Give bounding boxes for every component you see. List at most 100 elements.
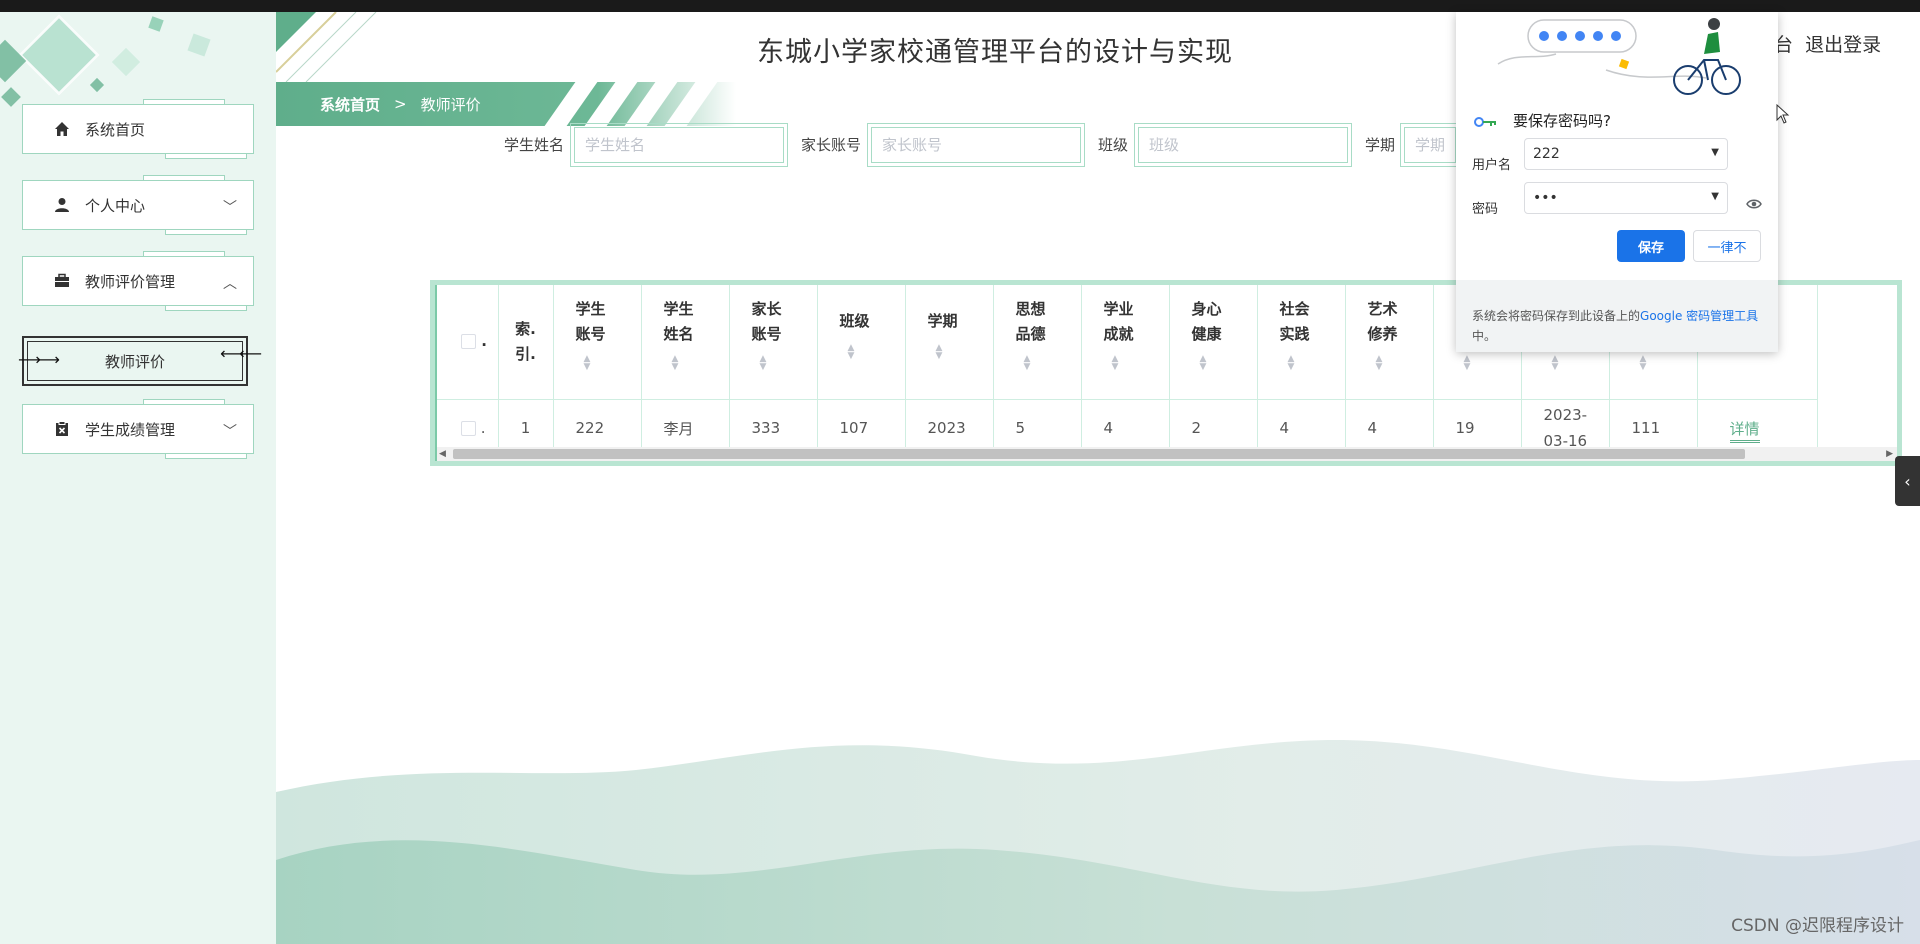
sidebar-item-home[interactable]: 系统首页: [22, 99, 254, 159]
sort-icon[interactable]: ▲ ▼: [1552, 355, 1609, 372]
date-line: 2023-: [1543, 406, 1588, 424]
sort-icon[interactable]: ▲ ▼: [760, 355, 817, 372]
breadcrumb-separator: >: [394, 95, 407, 113]
sort-icon[interactable]: ▲ ▼: [936, 344, 993, 361]
sidebar-decoration: [1, 87, 21, 107]
arrow-left-icon: ⟵⟵: [220, 344, 262, 363]
search-input-class[interactable]: [1138, 127, 1348, 163]
page-title: 东城小学家校通管理平台的设计与实现: [757, 37, 1233, 68]
never-save-button[interactable]: 一律不: [1693, 230, 1761, 262]
sidebar-item-personal-center[interactable]: 个人中心 ﹀: [22, 175, 254, 235]
sidebar-item-label: 学生成绩管理: [85, 420, 176, 439]
arrow-right-icon: ⟶⟶: [18, 350, 60, 369]
search-input-parent-account[interactable]: [871, 127, 1081, 163]
save-password-button[interactable]: 保存: [1617, 230, 1685, 262]
header-right: 台 退出登录: [1774, 30, 1881, 57]
header-text: 思想: [1015, 300, 1046, 318]
sort-icon[interactable]: ▲ ▼: [1288, 355, 1345, 372]
eye-icon[interactable]: [1746, 198, 1762, 210]
clipboard-x-icon: [53, 420, 71, 438]
sidebar-decoration: [187, 33, 211, 57]
sort-icon[interactable]: ▲ ▼: [1200, 355, 1257, 372]
header-text: 账号: [575, 325, 606, 343]
sidebar-decoration: [148, 16, 164, 32]
sidebar: 系统首页 个人中心 ﹀ 教师评价管理 ︿ ⟶⟶ 教师评价 ⟵⟵ 学生成绩管理 ﹀: [0, 12, 276, 944]
search-label-term: 学期: [1365, 136, 1396, 154]
column-header-student-account[interactable]: 学生账号 ▲ ▼: [553, 285, 642, 400]
search-label-parent-account: 家长账号: [801, 136, 862, 154]
sidebar-item-label: 教师评价管理: [85, 272, 176, 291]
sort-icon[interactable]: ▲ ▼: [1024, 355, 1081, 372]
column-header-parent-account[interactable]: 家长 账号 ▲ ▼: [729, 285, 818, 400]
select-all-checkbox-cell: .: [435, 285, 499, 400]
password-field[interactable]: ••• ▼: [1524, 182, 1728, 214]
header-text: 社会: [1279, 300, 1310, 318]
detail-link[interactable]: 详情: [1729, 419, 1760, 443]
sidebar-subitem-label: 教师评价: [104, 352, 165, 371]
footer-text: 系统会将密码保存到此设备上的: [1472, 309, 1641, 323]
sidebar-item-score-mgmt[interactable]: 学生成绩管理 ﹀: [22, 399, 254, 459]
logout-link[interactable]: 退出登录: [1805, 34, 1881, 56]
search-box-class: [1134, 123, 1352, 167]
sort-icon[interactable]: ▲ ▼: [672, 355, 729, 372]
chevron-down-icon: ﹀: [223, 424, 237, 440]
column-header-student-name[interactable]: 学生 姓名 ▲ ▼: [641, 285, 730, 400]
header-text: 引.: [515, 344, 536, 363]
search-input-term[interactable]: [1404, 127, 1456, 163]
sort-icon[interactable]: ▲ ▼: [1640, 355, 1697, 372]
search-box-term: [1400, 123, 1460, 167]
sort-icon[interactable]: ▲ ▼: [1376, 355, 1433, 372]
search-input-student-name[interactable]: [574, 127, 784, 163]
header-text: 品德: [1015, 325, 1046, 343]
username-value: 222: [1533, 146, 1560, 162]
scrollbar-thumb[interactable]: [453, 449, 1745, 459]
sidebar-item-label: 个人中心: [85, 196, 146, 215]
sort-icon[interactable]: ▲ ▼: [584, 355, 641, 372]
sort-icon[interactable]: ▲ ▼: [848, 344, 905, 361]
column-header-term[interactable]: 学期 ▲ ▼: [905, 285, 994, 400]
scroll-right-icon[interactable]: ▶: [1886, 447, 1893, 461]
header-text: 账号: [751, 325, 782, 343]
sidebar-decoration: [89, 77, 105, 93]
sort-icon[interactable]: ▲ ▼: [1112, 355, 1169, 372]
scroll-left-icon[interactable]: ◀: [439, 447, 446, 461]
header-text: 学期: [927, 312, 958, 330]
sidebar-subitem-teacher-eval[interactable]: ⟶⟶ 教师评价 ⟵⟵: [18, 336, 262, 386]
column-header-class[interactable]: 班级 ▲ ▼: [817, 285, 906, 400]
sidebar-decoration: [17, 13, 101, 97]
watermark: CSDN @迟限程序设计: [1731, 916, 1904, 936]
home-icon: [53, 120, 71, 138]
search-box-student-name: [570, 123, 788, 167]
sidebar-item-teacher-eval-mgmt[interactable]: 教师评价管理 ︿: [22, 251, 254, 311]
save-password-popup: 要保存密码吗? 用户名 222 ▼ 密码 ••• ▼ 保存 一律不 系统会将密码…: [1456, 12, 1778, 352]
column-header-morality[interactable]: 思想品德 ▲ ▼: [993, 285, 1082, 400]
sort-icon[interactable]: ▲ ▼: [1464, 355, 1521, 372]
header-text: 班级: [839, 312, 870, 330]
header-text: 成就: [1103, 325, 1134, 343]
google-password-manager-link[interactable]: Google 密码管理工具: [1640, 309, 1758, 323]
select-all-checkbox[interactable]: [461, 334, 476, 350]
chevron-left-icon: ‹: [1904, 471, 1911, 491]
header-text: 学生: [663, 300, 694, 318]
column-header-academic[interactable]: 学业成就 ▲ ▼: [1081, 285, 1170, 400]
header-text: 修养: [1367, 325, 1398, 343]
column-header-art[interactable]: 艺术 修养 ▲ ▼: [1345, 285, 1434, 400]
dropdown-icon[interactable]: ▼: [1711, 147, 1719, 158]
sidebar-decoration: [0, 39, 27, 83]
password-value: •••: [1533, 190, 1558, 206]
horizontal-scrollbar[interactable]: ◀ ▶: [435, 447, 1897, 461]
breadcrumb-home[interactable]: 系统首页: [320, 94, 380, 115]
wave-background: [276, 740, 1920, 944]
username-label: 用户名: [1472, 158, 1512, 173]
username-field[interactable]: 222 ▼: [1524, 138, 1728, 170]
collapse-panel-tab[interactable]: ‹: [1895, 456, 1920, 506]
breadcrumb-current: 教师评价: [420, 95, 481, 114]
popup-footer: 系统会将密码保存到此设备上的Google 密码管理工具中。: [1456, 280, 1778, 352]
dropdown-icon[interactable]: ▼: [1711, 191, 1719, 202]
sidebar-item-label: 系统首页: [85, 120, 146, 139]
column-header-health[interactable]: 身心 健康 ▲ ▼: [1169, 285, 1258, 400]
header-text: 学业: [1103, 300, 1134, 318]
row-checkbox[interactable]: [461, 421, 476, 436]
column-header-practice[interactable]: 社会 实践 ▲ ▼: [1257, 285, 1346, 400]
header-text: 学生: [575, 300, 606, 318]
